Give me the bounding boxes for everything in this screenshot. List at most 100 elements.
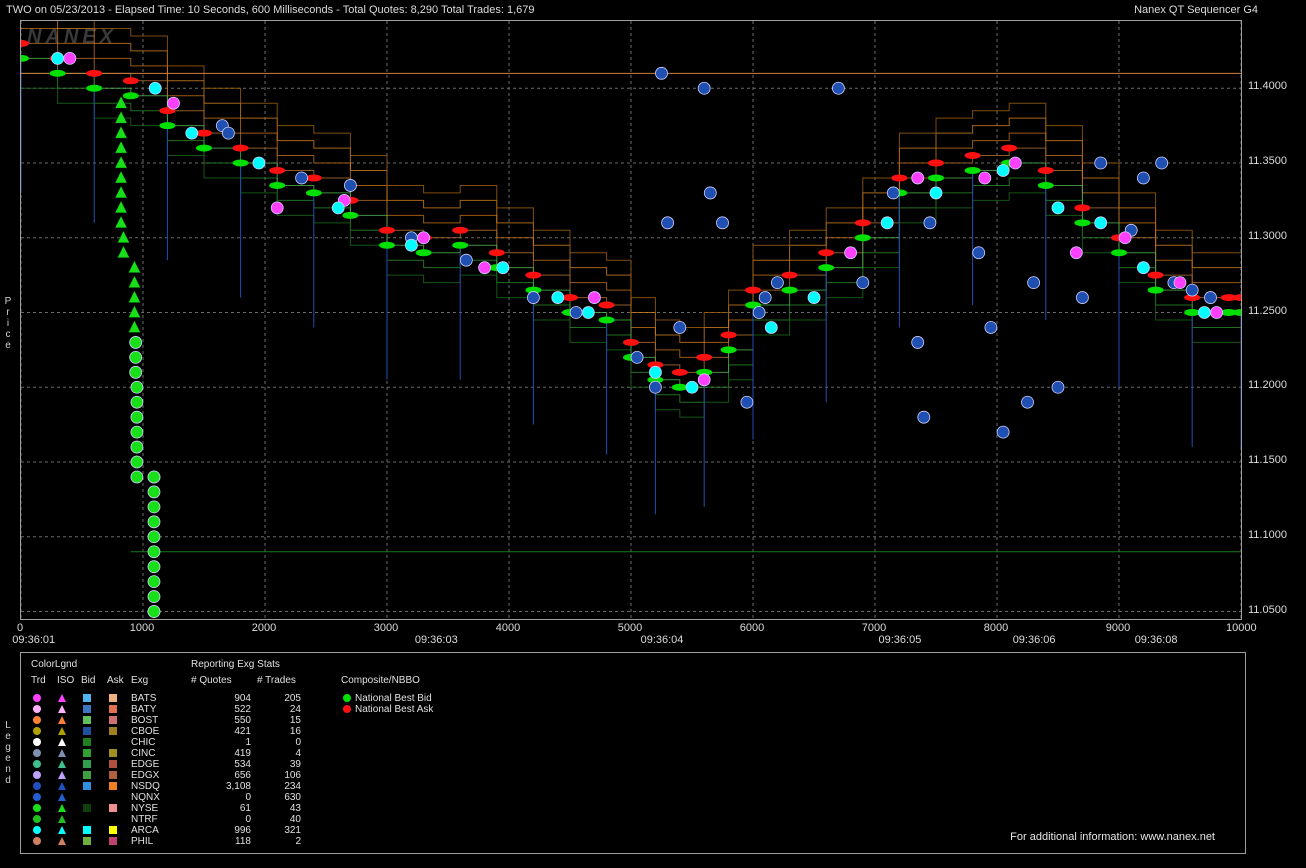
nbbo-bid-23	[781, 286, 798, 294]
nbbo-ask-19	[671, 368, 688, 376]
trade-marker-3-14	[147, 530, 161, 544]
nbbo-ask-31	[1074, 204, 1091, 212]
bid-swatch	[83, 705, 91, 713]
nbbo-bid-5	[196, 144, 212, 152]
nbbo-bid-10	[379, 241, 395, 249]
exchange-name: BOST	[131, 715, 159, 726]
trade-marker-0-29	[1021, 395, 1034, 409]
time-label: 09:36:05	[878, 634, 922, 646]
trade-marker-1-6	[588, 291, 601, 304]
ask-swatch	[109, 738, 117, 746]
trade-marker-2-13	[880, 216, 894, 230]
trade-color-dot-icon	[33, 727, 41, 735]
quote-count: 0	[245, 814, 251, 825]
trade-marker-1-1	[167, 96, 180, 110]
nbbo-ask-27	[928, 159, 944, 167]
quote-count: 421	[234, 726, 251, 737]
x-tick-label: 0	[16, 622, 24, 634]
trade-color-dot-icon	[33, 826, 41, 834]
trade-marker-0-24	[917, 410, 931, 424]
exchange-name: CBOE	[131, 726, 160, 737]
nbbo-ask-30	[1037, 167, 1054, 174]
trade-marker-1-4	[417, 231, 431, 245]
trade-marker-2-10	[685, 380, 699, 394]
trade-marker-1-8	[844, 246, 857, 260]
watermark: NANEX	[27, 26, 117, 48]
nbbo-ask-33	[1147, 271, 1164, 279]
bid-swatch	[83, 749, 91, 757]
trade-marker-2-8	[581, 306, 595, 319]
iso-triangle-icon	[58, 826, 66, 834]
trade-marker-0-31	[1051, 380, 1065, 394]
quote-count: 522	[234, 704, 251, 715]
y-tick-label: 11.0500	[1248, 603, 1287, 616]
trade-marker-0-20	[832, 81, 845, 95]
nbbo-ask-7	[269, 167, 286, 174]
ask-swatch	[109, 804, 117, 812]
trade-marker-3-1	[129, 350, 143, 364]
nbbo-ask-20	[696, 353, 713, 361]
trade-count: 234	[284, 781, 301, 792]
price-axis-label: Price	[4, 296, 12, 351]
nbbo-ask-2	[86, 69, 103, 77]
trade-color-dot-icon	[33, 738, 41, 746]
bid-swatch	[83, 804, 91, 812]
nbbo-bid-21	[720, 346, 737, 354]
trade-marker-0-6	[527, 291, 540, 304]
ask-swatch	[109, 749, 117, 757]
exchange-name: CINC	[131, 748, 156, 759]
trade-marker-2-2	[185, 126, 199, 140]
trade-marker-0-33	[1094, 156, 1108, 170]
trade-count: 39	[289, 759, 301, 770]
trade-marker-2-6	[496, 261, 510, 275]
iso-marker-4-10	[117, 245, 130, 258]
time-label: 09:36:01	[12, 634, 56, 646]
trade-color-dot-icon	[33, 837, 41, 845]
trade-marker-2-12	[807, 291, 821, 304]
trade-count: 4	[295, 748, 301, 759]
chart-area[interactable]: NANEX	[13, 0, 1249, 620]
trade-marker-1-14	[1173, 276, 1187, 290]
iso-marker-4-12	[128, 275, 141, 288]
quote-count: 419	[234, 748, 251, 759]
trade-marker-3-2	[129, 365, 143, 379]
trade-marker-1-2	[270, 201, 284, 215]
legend-title: ColorLgnd	[31, 659, 78, 670]
trade-marker-3-8	[130, 455, 144, 469]
trade-marker-0-36	[1155, 156, 1169, 170]
ask-swatch	[109, 837, 117, 845]
composite-dot-icon	[343, 694, 351, 702]
bid-swatch	[83, 837, 91, 845]
nbbo-ask-16	[598, 301, 615, 309]
nbbo-bid-27	[928, 174, 944, 182]
exchange-name: NTRF	[131, 814, 158, 825]
quote-count: 534	[234, 759, 251, 770]
ask-swatch	[109, 727, 117, 735]
trade-count: 24	[289, 704, 301, 715]
nbbo-ask-10	[379, 226, 395, 234]
stats-col-header: # Trades	[257, 675, 296, 686]
nbbo-bid-31	[1074, 219, 1091, 227]
ask-swatch	[109, 760, 117, 768]
footer-link[interactable]: For additional information: www.nanex.ne…	[1010, 831, 1215, 843]
trade-marker-0-2	[295, 171, 309, 185]
iso-marker-4-14	[128, 304, 141, 318]
y-tick-label: 11.2000	[1248, 379, 1287, 392]
trade-marker-0-18	[758, 291, 772, 304]
exchange-name: EDGE	[131, 759, 160, 770]
nbbo-bid-4	[159, 122, 176, 130]
iso-marker-4-4	[114, 155, 128, 169]
trade-marker-3-17	[147, 575, 161, 589]
app-name: Nanex QT Sequencer G4	[1134, 4, 1258, 16]
trade-marker-0-12	[673, 321, 687, 334]
quote-count: 904	[234, 693, 251, 704]
exchange-name: EDGX	[131, 770, 160, 781]
trade-marker-3-16	[147, 560, 161, 574]
iso-triangle-icon	[58, 749, 66, 757]
nbbo-bid-28	[964, 167, 981, 174]
legend-col-header: Exg	[131, 675, 149, 686]
trade-marker-2-0	[51, 51, 64, 65]
iso-triangle-icon	[58, 694, 66, 702]
bid-swatch	[83, 760, 91, 768]
trade-marker-2-9	[649, 365, 662, 379]
